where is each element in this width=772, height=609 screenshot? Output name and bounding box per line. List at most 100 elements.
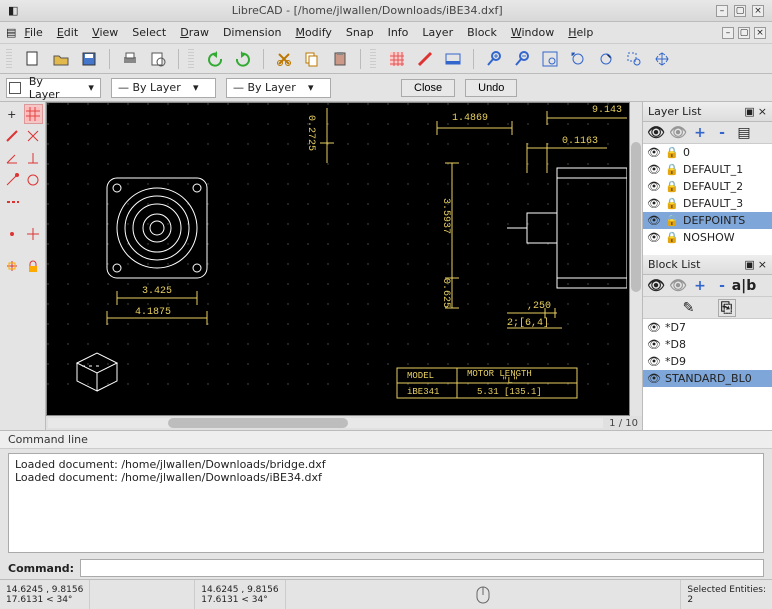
remove-layer-button[interactable]: - <box>713 124 731 142</box>
hide-all-blocks-icon[interactable]: 👁 <box>669 277 687 295</box>
lock-icon[interactable]: 🔒 <box>665 231 679 244</box>
zoom-out-icon[interactable] <box>511 48 533 70</box>
eye-icon[interactable]: 👁 <box>647 372 661 385</box>
menu-info[interactable]: Info <box>382 24 415 41</box>
drawing-canvas[interactable]: MODEL MOTOR LENGTH "L" iBE341 5.31 [135.… <box>46 102 630 416</box>
paste-icon[interactable] <box>329 48 351 70</box>
undo-icon[interactable] <box>204 48 226 70</box>
vertical-scrollbar[interactable] <box>630 102 642 416</box>
close-window-button[interactable]: × <box>752 5 764 17</box>
edit-layer-icon[interactable]: ▤ <box>735 124 753 142</box>
eye-icon[interactable]: 👁 <box>647 214 661 227</box>
close-panel-icon[interactable]: × <box>758 258 767 271</box>
block-row[interactable]: 👁*D8 <box>643 336 772 353</box>
menu-edit[interactable]: Edit <box>51 24 84 41</box>
lock-icon[interactable]: 🔒 <box>665 197 679 210</box>
eye-icon[interactable]: 👁 <box>647 163 661 176</box>
zoom-redraw-icon[interactable] <box>595 48 617 70</box>
endpoint-tool-icon[interactable] <box>2 170 22 190</box>
close-button[interactable]: Close <box>401 79 455 97</box>
grid-icon[interactable] <box>386 48 408 70</box>
zoom-window-icon[interactable] <box>623 48 645 70</box>
undock-icon[interactable]: ▣ <box>744 258 754 271</box>
print-icon[interactable] <box>119 48 141 70</box>
line-tool-icon[interactable] <box>2 126 22 146</box>
copy-icon[interactable] <box>301 48 323 70</box>
block-row[interactable]: 👁*D9 <box>643 353 772 370</box>
eye-icon[interactable]: 👁 <box>647 355 661 368</box>
eye-icon[interactable]: 👁 <box>647 197 661 210</box>
block-list[interactable]: 👁*D7👁*D8👁*D9👁STANDARD_BL0 <box>643 319 772 430</box>
eye-icon[interactable]: 👁 <box>647 180 661 193</box>
edit-block-icon[interactable]: ✎ <box>680 299 698 317</box>
rename-block-icon[interactable]: a|b <box>735 277 753 295</box>
relative-zero-icon[interactable] <box>2 256 22 276</box>
toolbar-grip-2[interactable] <box>188 49 194 69</box>
menu-modify[interactable]: Modify <box>289 24 337 41</box>
eye-icon[interactable]: 👁 <box>647 321 661 334</box>
menu-block[interactable]: Block <box>461 24 503 41</box>
restrict-ortho-icon[interactable] <box>24 224 44 244</box>
menu-snap[interactable]: Snap <box>340 24 380 41</box>
undo-button[interactable]: Undo <box>465 79 517 97</box>
eye-icon[interactable]: 👁 <box>647 338 661 351</box>
show-all-blocks-icon[interactable]: 👁 <box>647 277 665 295</box>
undock-icon[interactable]: ▣ <box>744 105 754 118</box>
layer-linetype-combo[interactable]: — By Layer ▾ <box>226 78 331 98</box>
hide-all-icon[interactable]: 👁 <box>669 124 687 142</box>
command-input[interactable] <box>80 559 764 577</box>
toolbar-grip-3[interactable] <box>370 49 376 69</box>
minimize-button[interactable]: – <box>716 5 728 17</box>
layer-row[interactable]: 👁🔒DEFAULT_1 <box>643 161 772 178</box>
menu-file[interactable]: File <box>18 24 48 41</box>
menu-draw[interactable]: Draw <box>174 24 215 41</box>
layer-row[interactable]: 👁🔒DEFAULT_2 <box>643 178 772 195</box>
lock-icon[interactable]: 🔒 <box>665 214 679 227</box>
menu-layer[interactable]: Layer <box>416 24 459 41</box>
restrict-none-icon[interactable] <box>2 224 22 244</box>
layer-row[interactable]: 👁🔒DEFPOINTS <box>643 212 772 229</box>
layer-row[interactable]: 👁🔒DEFAULT_3 <box>643 195 772 212</box>
zoom-pan-icon[interactable] <box>651 48 673 70</box>
menu-select[interactable]: Select <box>126 24 172 41</box>
insert-block-icon[interactable]: ⎘ <box>718 299 736 317</box>
draft-icon[interactable] <box>414 48 436 70</box>
auto-zoom-icon[interactable] <box>539 48 561 70</box>
layer-row[interactable]: 👁🔒0 <box>643 144 772 161</box>
maximize-button[interactable]: ▢ <box>734 5 746 17</box>
block-row[interactable]: 👁STANDARD_BL0 <box>643 370 772 387</box>
redo-icon[interactable] <box>232 48 254 70</box>
angle-tool-icon[interactable] <box>2 148 22 168</box>
layer-color-combo[interactable]: By Layer ▾ <box>6 78 101 98</box>
cut-icon[interactable] <box>273 48 295 70</box>
lock-icon[interactable]: 🔒 <box>665 180 679 193</box>
menu-dimension[interactable]: Dimension <box>217 24 287 41</box>
horizontal-scrollbar[interactable]: 1 / 10 <box>46 416 642 430</box>
add-layer-button[interactable]: + <box>691 124 709 142</box>
perp-tool-icon[interactable] <box>24 148 44 168</box>
layer-row[interactable]: 👁🔒NOSHOW <box>643 229 772 246</box>
show-all-icon[interactable]: 👁 <box>647 124 665 142</box>
mdi-restore-button[interactable]: ▢ <box>738 27 750 39</box>
layer-list[interactable]: 👁🔒0👁🔒DEFAULT_1👁🔒DEFAULT_2👁🔒DEFAULT_3👁🔒DE… <box>643 144 772 255</box>
open-file-icon[interactable] <box>50 48 72 70</box>
lock-icon[interactable]: 🔒 <box>665 163 679 176</box>
remove-block-button[interactable]: - <box>713 277 731 295</box>
print-preview-icon[interactable] <box>147 48 169 70</box>
layer-width-combo[interactable]: — By Layer ▾ <box>111 78 216 98</box>
menu-window[interactable]: Window <box>505 24 560 41</box>
eye-icon[interactable]: 👁 <box>647 231 661 244</box>
toolbar-grip[interactable] <box>6 49 12 69</box>
block-row[interactable]: 👁*D7 <box>643 319 772 336</box>
lines-cross-icon[interactable] <box>24 126 44 146</box>
lock-icon[interactable]: 🔒 <box>665 146 679 159</box>
point-tool-icon[interactable]: + <box>2 104 22 124</box>
new-file-icon[interactable] <box>22 48 44 70</box>
lock-zero-icon[interactable] <box>24 256 44 276</box>
mdi-minimize-button[interactable]: – <box>722 27 734 39</box>
statusbar-toggle-icon[interactable] <box>442 48 464 70</box>
circle-snap-icon[interactable] <box>24 170 44 190</box>
dash-tool-icon[interactable] <box>2 192 22 212</box>
add-block-button[interactable]: + <box>691 277 709 295</box>
mdi-close-button[interactable]: × <box>754 27 766 39</box>
